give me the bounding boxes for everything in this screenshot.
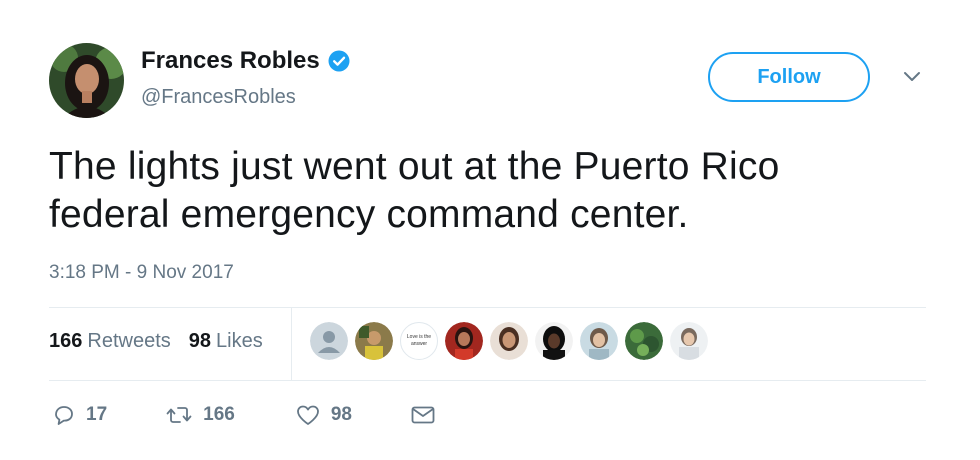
stats-divider <box>291 307 292 380</box>
profile-avatar[interactable] <box>49 43 124 118</box>
default-avatar-icon[interactable] <box>310 322 348 360</box>
liker-avatar-3-text: Love is the answer <box>401 334 437 348</box>
chevron-down-icon[interactable] <box>902 70 922 84</box>
liker-avatar-4[interactable] <box>445 322 483 360</box>
likes-stat[interactable]: 98 Likes <box>189 330 263 353</box>
retweets-stat[interactable]: 166 Retweets <box>49 330 171 353</box>
user-handle[interactable]: @FrancesRobles <box>141 86 296 109</box>
tweet-text-line-2: federal emergency command center. <box>49 193 689 236</box>
retweets-count: 166 <box>49 330 83 352</box>
reply-button[interactable]: 17 <box>52 403 107 427</box>
liker-avatar-2[interactable] <box>355 322 393 360</box>
retweets-label: Retweets <box>87 330 171 352</box>
heart-icon <box>295 403 321 427</box>
tweet-stats: 166 Retweets 98 Likes <box>49 330 281 353</box>
liker-avatar-3[interactable]: Love is the answer <box>400 322 438 360</box>
liker-avatar-8[interactable] <box>625 322 663 360</box>
reply-count: 17 <box>86 404 108 425</box>
liker-avatar-3-text-2: answer <box>410 341 428 347</box>
like-button[interactable]: 98 <box>295 403 352 427</box>
tweet-actions: 17 166 98 <box>52 403 436 427</box>
tweet-text-line-1: The lights just went out at the Puerto R… <box>49 145 780 188</box>
liker-avatar-7[interactable] <box>580 322 618 360</box>
retweet-count: 166 <box>203 404 235 425</box>
retweet-icon <box>165 403 193 427</box>
user-name[interactable]: Frances Robles <box>141 47 320 75</box>
liker-avatar-6[interactable] <box>535 322 573 360</box>
liker-avatars: Love is the answer <box>310 322 715 360</box>
divider-bottom <box>49 380 926 381</box>
tweet-timestamp[interactable]: 3:18 PM - 9 Nov 2017 <box>49 262 234 284</box>
likes-count: 98 <box>188 330 211 352</box>
direct-message-button[interactable] <box>410 404 436 426</box>
likes-label: Likes <box>216 330 263 352</box>
follow-button[interactable]: Follow <box>708 52 870 102</box>
verified-badge-icon <box>328 50 350 72</box>
reply-icon <box>52 403 76 427</box>
liker-avatar-3-text-1: Love is the <box>406 334 432 340</box>
tweet-text: The lights just went out at the Puerto R… <box>49 143 929 239</box>
liker-avatar-9[interactable] <box>670 322 708 360</box>
divider-top <box>49 307 926 308</box>
retweet-button[interactable]: 166 <box>165 403 235 427</box>
envelope-icon <box>410 404 436 426</box>
liker-avatar-5[interactable] <box>490 322 528 360</box>
like-count: 98 <box>330 404 352 425</box>
